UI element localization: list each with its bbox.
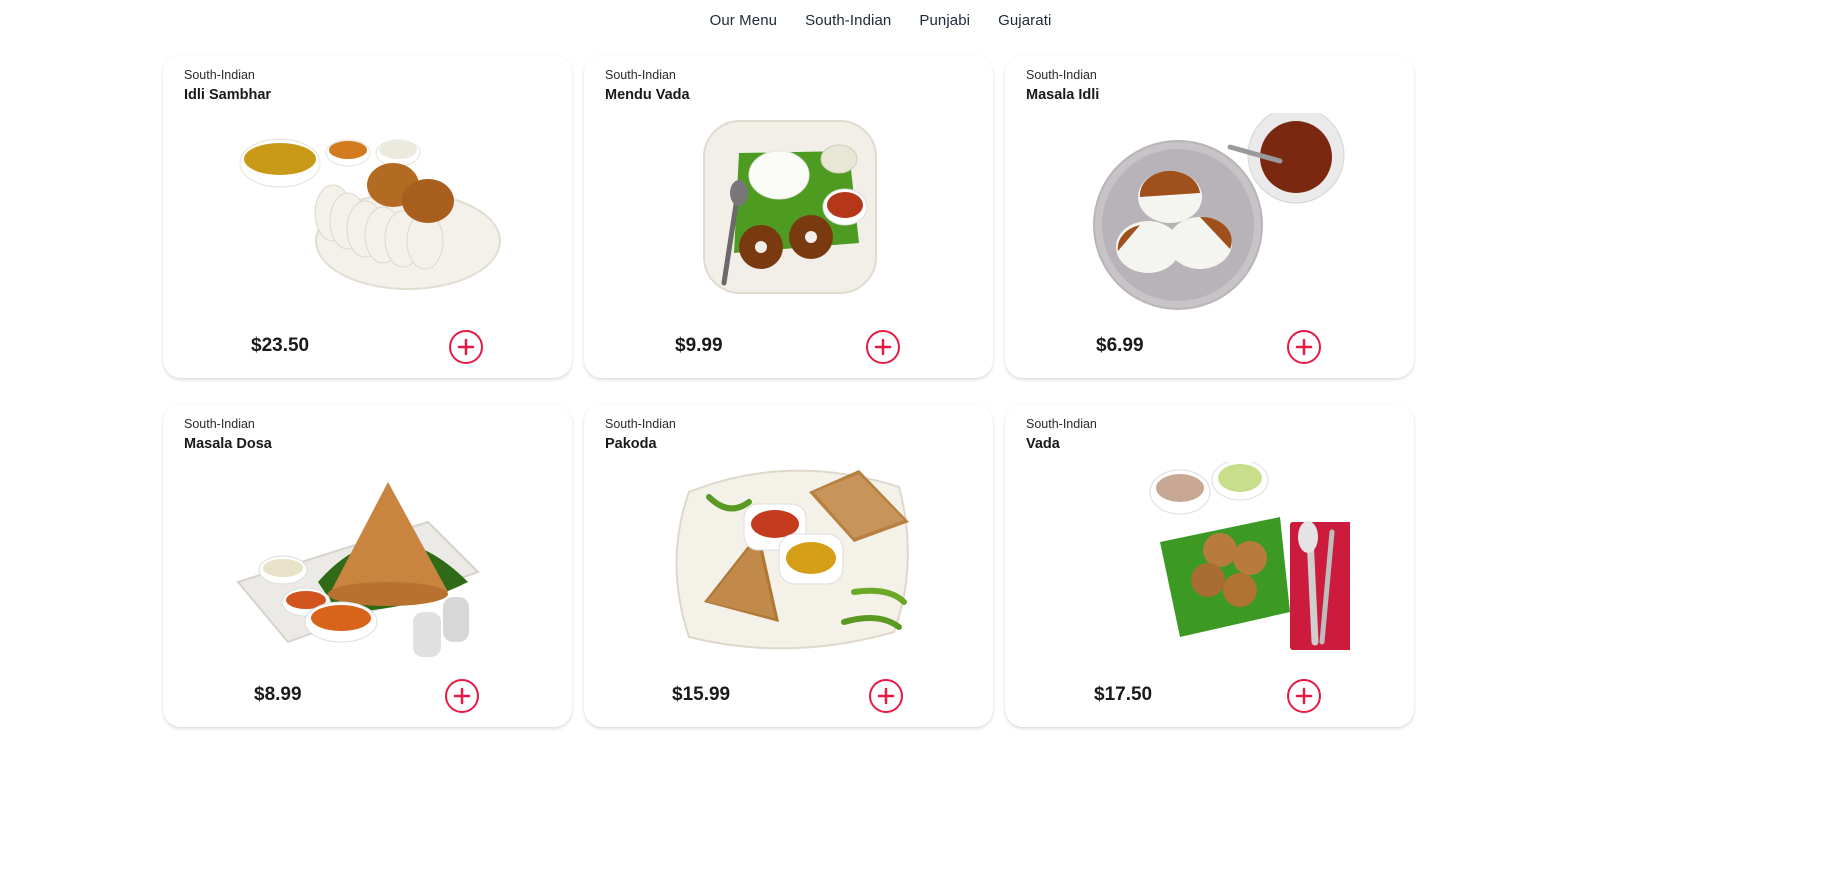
card-category: South-Indian [1026, 417, 1097, 431]
card-price: $23.50 [251, 335, 310, 356]
nav-links: Our Menu South-Indian Punjabi Gujarati [710, 12, 1052, 29]
menu-card-pakoda: South-Indian Pakoda $15.99 [584, 404, 993, 727]
card-price: $17.50 [1094, 684, 1153, 705]
plus-icon [1295, 687, 1313, 705]
card-price: $6.99 [1096, 335, 1144, 356]
nav-south-indian[interactable]: South-Indian [805, 12, 891, 29]
masala-dosa-image [235, 482, 480, 657]
menu-card-masala-idli: South-Indian Masala Idli $6.99 [1005, 55, 1414, 378]
card-title: Vada [1026, 436, 1060, 452]
nav-our-menu[interactable]: Our Menu [710, 12, 778, 29]
menu-card-idli-sambhar: South-Indian Idli Sambhar $23.50 [163, 55, 572, 378]
card-price: $15.99 [672, 684, 731, 705]
plus-icon [457, 338, 475, 356]
card-category: South-Indian [184, 417, 255, 431]
pakoda-image [675, 469, 909, 650]
card-title: Masala Dosa [184, 436, 272, 452]
card-category: South-Indian [605, 68, 676, 82]
card-title: Mendu Vada [605, 87, 690, 103]
card-category: South-Indian [1026, 68, 1097, 82]
menu-card-masala-dosa: South-Indian Masala Dosa $8.99 [163, 404, 572, 727]
card-title: Idli Sambhar [184, 87, 272, 103]
mendu-vada-image [702, 120, 877, 294]
add-to-cart-button[interactable] [869, 679, 903, 713]
masala-idli-image [1092, 113, 1344, 310]
add-to-cart-button[interactable] [866, 330, 900, 364]
menu-card-mendu-vada: South-Indian Mendu Vada $9.99 [584, 55, 993, 378]
vada-image [1149, 462, 1350, 650]
menu-card-vada: South-Indian Vada $17.50 [1005, 404, 1414, 727]
plus-icon [1295, 338, 1313, 356]
add-to-cart-button[interactable] [445, 679, 479, 713]
add-to-cart-button[interactable] [449, 330, 483, 364]
add-to-cart-button[interactable] [1287, 330, 1321, 364]
top-nav: Our Menu South-Indian Punjabi Gujarati [0, 0, 1847, 40]
card-price: $8.99 [254, 684, 302, 705]
card-category: South-Indian [605, 417, 676, 431]
idli-sambhar-image [239, 138, 501, 290]
card-title: Pakoda [605, 436, 657, 452]
card-category: South-Indian [184, 68, 255, 82]
plus-icon [877, 687, 895, 705]
menu-grid: South-Indian Idli Sambhar $23.50 South-I… [163, 55, 1414, 727]
card-title: Masala Idli [1026, 87, 1100, 103]
nav-punjabi[interactable]: Punjabi [919, 12, 970, 29]
add-to-cart-button[interactable] [1287, 679, 1321, 713]
plus-icon [874, 338, 892, 356]
card-price: $9.99 [675, 335, 723, 356]
nav-gujarati[interactable]: Gujarati [998, 12, 1051, 29]
plus-icon [453, 687, 471, 705]
